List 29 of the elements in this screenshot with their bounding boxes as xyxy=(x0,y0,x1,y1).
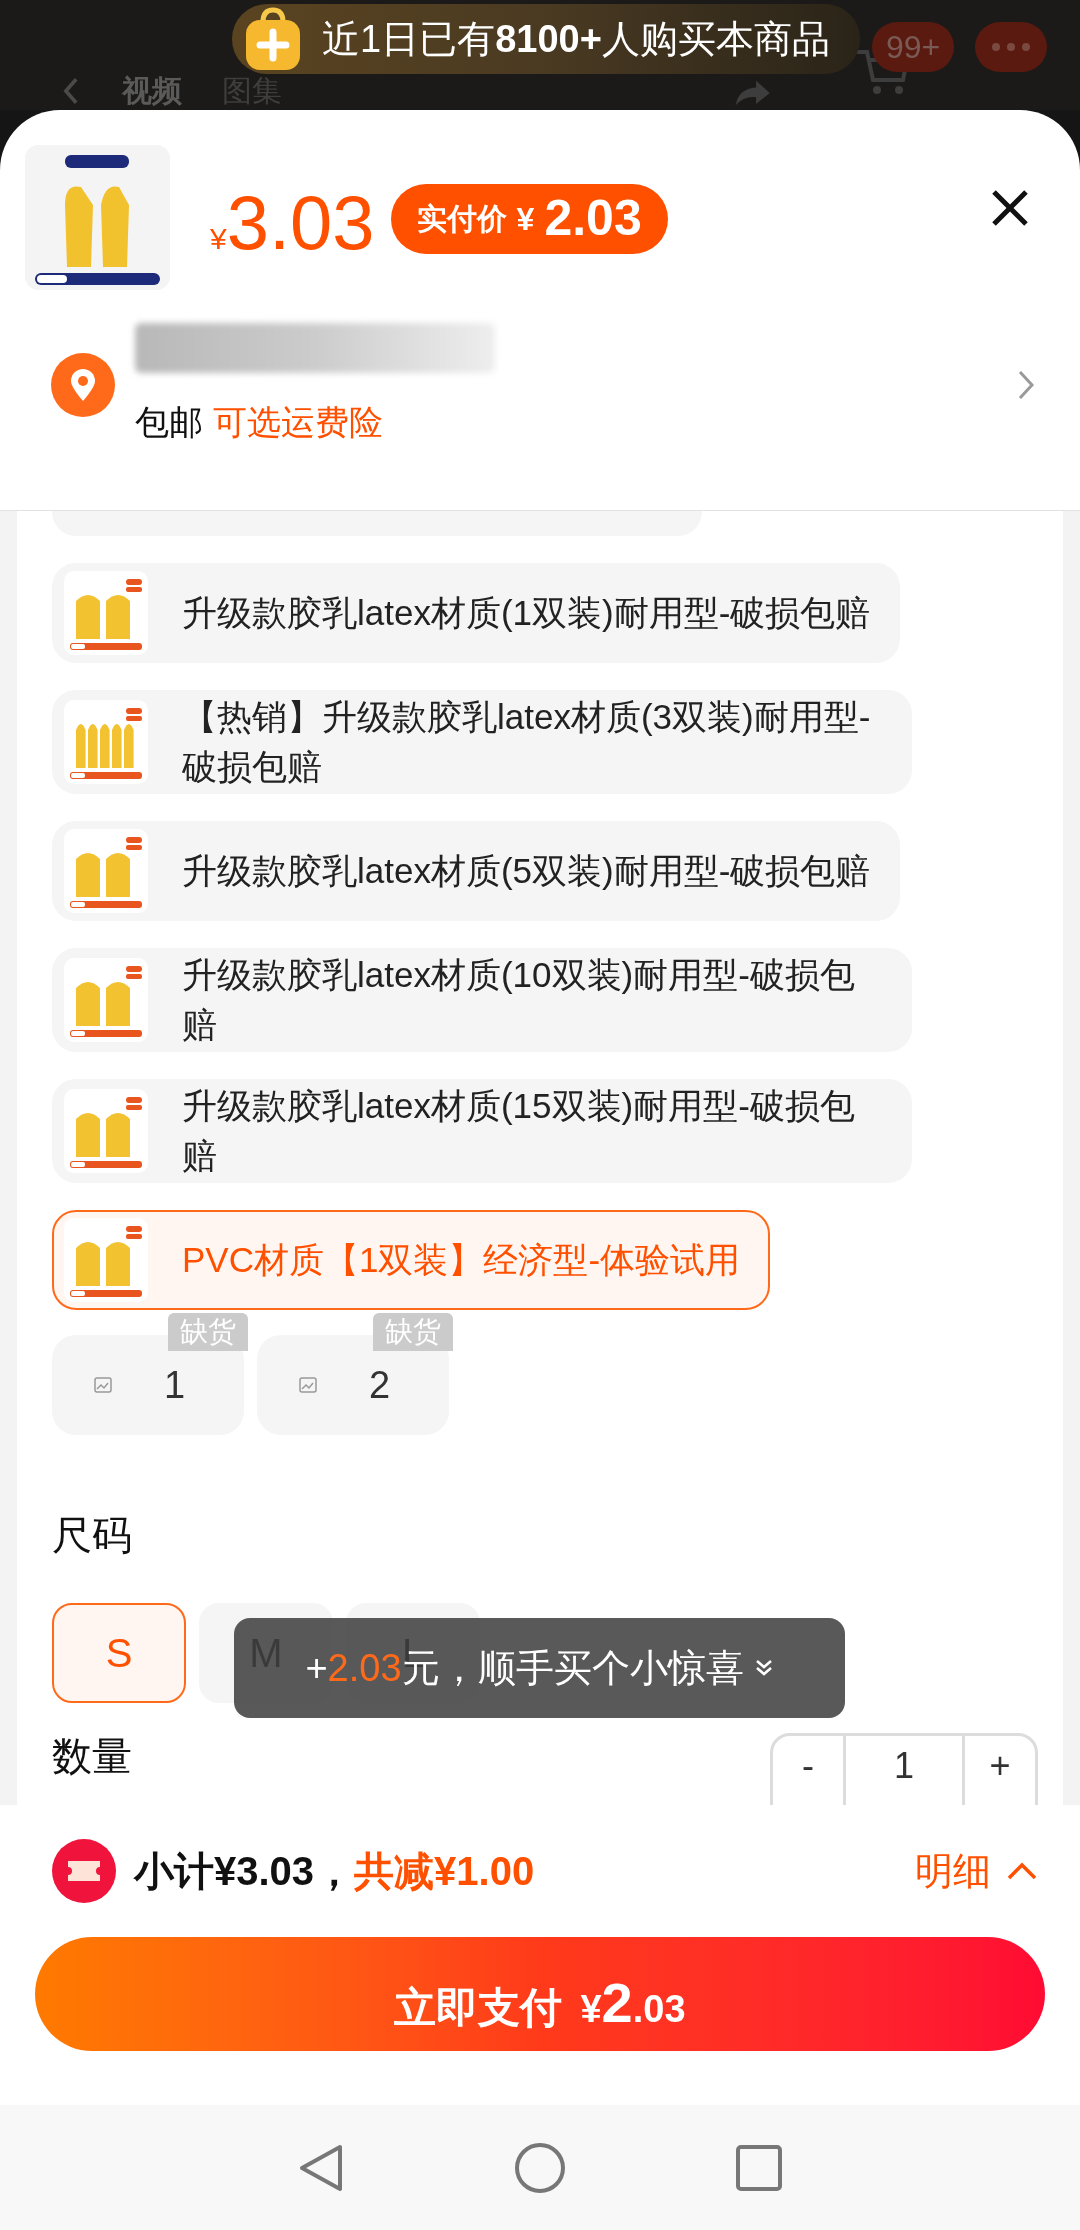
section-title: 尺码 xyxy=(52,1512,133,1559)
increase-button[interactable]: + xyxy=(965,1736,1035,1796)
price: ¥3.03 xyxy=(210,184,375,261)
cart-count-badge: 99+ xyxy=(872,22,955,72)
close-icon[interactable] xyxy=(990,188,1030,228)
recent-apps-icon[interactable] xyxy=(736,2144,782,2191)
subtotal-text: 小计¥3.03， xyxy=(134,1848,355,1895)
address-row[interactable]: 包邮 可选运费险 xyxy=(25,320,1055,450)
banner-text: 近1日已有8100+人购买本商品 xyxy=(322,16,830,62)
location-pin-icon xyxy=(51,353,115,417)
image-placeholder-icon xyxy=(94,1377,112,1393)
more-icon[interactable] xyxy=(975,22,1047,72)
free-shipping-text: 包邮 xyxy=(135,401,203,443)
pay-now-button[interactable]: 立即支付 ¥2.03 xyxy=(35,1937,1045,2051)
discount-text: 共减¥1.00 xyxy=(354,1848,535,1895)
back-icon[interactable] xyxy=(298,2142,344,2193)
decrease-button[interactable]: - xyxy=(773,1736,843,1796)
chevron-right-icon xyxy=(1017,369,1035,401)
variant-option[interactable]: 升级款胶乳latex材质(10双装)耐用型-破损包赔 xyxy=(52,948,912,1052)
variant-option[interactable]: 升级款胶乳latex材质(5双装)耐用型-破损包赔 xyxy=(52,821,901,921)
variant-option[interactable]: 【热销】升级款胶乳latex材质(3双装)耐用型-破损包赔 xyxy=(52,690,912,794)
home-icon[interactable] xyxy=(514,2141,566,2194)
variant-option[interactable]: 升级款胶乳latex材质(1双装)耐用型-破损包赔 xyxy=(52,563,901,663)
actual-price-badge: 实付价 ¥ 2.03 xyxy=(390,183,668,254)
chevron-up-icon xyxy=(1007,1862,1037,1880)
variant-option[interactable]: 升级款胶乳latex材质(15双装)耐用型-破损包赔 xyxy=(52,1079,912,1183)
image-placeholder-icon xyxy=(299,1377,317,1393)
coupon-icon xyxy=(52,1839,116,1903)
section-title: 数量 xyxy=(52,1733,132,1779)
